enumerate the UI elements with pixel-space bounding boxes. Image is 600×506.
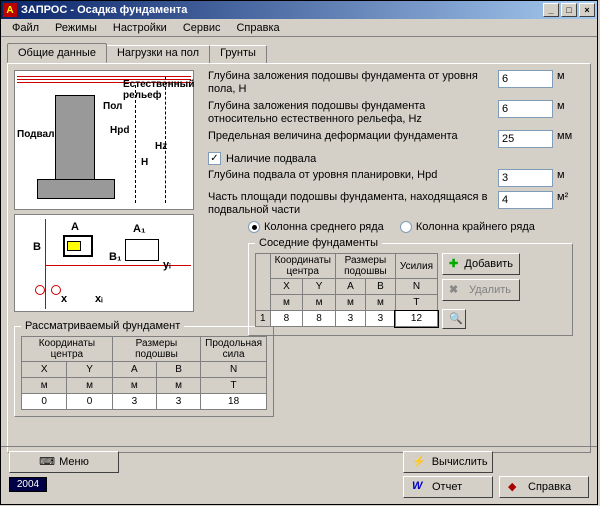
own-h-force: Продольная сила: [201, 337, 267, 362]
label-yi: yᵢ: [163, 259, 171, 271]
neigh-X[interactable]: 8: [270, 311, 303, 327]
label-deform: Предельная величина деформации фундамент…: [208, 130, 498, 143]
label-B: B: [33, 241, 41, 253]
app-icon: А: [3, 3, 17, 17]
book-icon: ◆: [508, 480, 522, 494]
label-hpd: Hpd: [110, 125, 129, 136]
help-button[interactable]: ◆ Справка: [499, 476, 589, 498]
menu-file[interactable]: Файл: [5, 21, 46, 35]
input-H[interactable]: [498, 70, 553, 88]
label-H: Глубина заложения подошвы фундамента от …: [208, 70, 498, 96]
tabstrip: Общие данные Нагрузки на пол Грунты: [7, 43, 591, 63]
label-B1: B₁: [109, 251, 122, 263]
neigh-A[interactable]: 3: [335, 311, 365, 327]
tab-soils[interactable]: Грунты: [209, 45, 267, 65]
client-area: Общие данные Нагрузки на пол Грунты Есте…: [1, 37, 597, 504]
footing-shape: [37, 179, 115, 199]
own-X[interactable]: 0: [22, 394, 67, 410]
own-B[interactable]: 3: [156, 394, 200, 410]
own-column-rect: [67, 241, 81, 251]
own-foundation-legend: Рассматриваемый фундамент: [21, 320, 184, 332]
unit-H: м: [553, 70, 573, 82]
label-Hz: Глубина заложения подошвы фундамента отн…: [208, 100, 498, 126]
label-A: A: [71, 221, 79, 233]
magnifier-icon: 🔍: [449, 312, 463, 326]
neigh-N[interactable]: 12: [395, 311, 437, 327]
label-x: x: [61, 293, 67, 305]
label-area: Часть площади подошвы фундамента, находя…: [208, 191, 498, 217]
unit-area: м²: [553, 191, 573, 203]
preview-button[interactable]: 🔍: [442, 309, 466, 329]
foundation-plan-diagram: A A₁ B B₁ x xᵢ yᵢ: [14, 214, 194, 312]
own-N[interactable]: 18: [201, 394, 267, 410]
app-window: А ЗАПРОС - Осадка фундамента _ □ × Файл …: [0, 0, 598, 505]
year-badge: 2004: [9, 477, 47, 492]
label-A1: A₁: [133, 223, 146, 235]
close-button[interactable]: ×: [579, 3, 595, 17]
unit-deform: мм: [553, 130, 573, 142]
neighbors-group: Соседние фундаменты Координаты центра Ра…: [248, 237, 573, 336]
neigh-Y[interactable]: 8: [303, 311, 336, 327]
label-xi: xᵢ: [95, 293, 103, 305]
radio-edge-col[interactable]: Колонна крайнего ряда: [400, 221, 535, 233]
w-icon: W: [412, 480, 426, 494]
input-area[interactable]: [498, 191, 553, 209]
neighbors-legend: Соседние фундаменты: [255, 237, 382, 249]
diagrams-column: Естественный рельеф Пол Подвал Hpd Hz H: [14, 70, 204, 417]
tabpage-general: Естественный рельеф Пол Подвал Hpd Hz H: [7, 63, 591, 453]
neigh-rownum: 1: [256, 311, 271, 327]
label-Hpd: Глубина подвала от уровня планировки, Hp…: [208, 169, 498, 182]
cross-icon: ✖: [449, 283, 463, 297]
label-basement-chk: Наличие подвала: [226, 153, 316, 165]
own-h-size: Размеры подошвы: [112, 337, 200, 362]
maximize-button[interactable]: □: [561, 3, 577, 17]
tab-general[interactable]: Общие данные: [7, 43, 107, 63]
bolt-icon: ⚡: [412, 455, 426, 469]
calculate-button[interactable]: ⚡ Вычислить: [403, 451, 493, 473]
checkbox-basement[interactable]: ✓: [208, 152, 221, 165]
menubar: Файл Режимы Настройки Сервис Справка: [1, 19, 597, 37]
input-Hz[interactable]: [498, 100, 553, 118]
label-h: H: [141, 157, 148, 168]
menu-button[interactable]: ⌨ Меню: [9, 451, 119, 473]
minimize-button[interactable]: _: [543, 3, 559, 17]
own-h-coord: Координаты центра: [22, 337, 113, 362]
add-neighbor-button[interactable]: ✚ Добавить: [442, 253, 520, 275]
menu-service[interactable]: Сервис: [176, 21, 228, 35]
label-relief: Естественный рельеф: [123, 79, 194, 101]
delete-neighbor-button[interactable]: ✖ Удалить: [442, 279, 520, 301]
neighbors-table: Координаты центра Размеры подошвы Усилия…: [255, 253, 438, 327]
window-title: ЗАПРОС - Осадка фундамента: [21, 4, 187, 16]
own-A[interactable]: 3: [112, 394, 156, 410]
input-Hpd[interactable]: [498, 169, 553, 187]
right-column: Глубина заложения подошвы фундамента от …: [208, 70, 573, 336]
own-foundation-table: Координаты центра Размеры подошвы Продол…: [21, 336, 267, 410]
label-basement: Подвал: [17, 129, 54, 140]
menu-settings[interactable]: Настройки: [106, 21, 174, 35]
report-button[interactable]: W Отчет: [403, 476, 493, 498]
menu-modes[interactable]: Режимы: [48, 21, 104, 35]
unit-Hz: м: [553, 100, 573, 112]
keyboard-icon: ⌨: [39, 455, 53, 469]
label-floor: Пол: [103, 101, 122, 112]
neighbor-foundation-rect: [125, 239, 159, 261]
foundation-section-diagram: Естественный рельеф Пол Подвал Hpd Hz H: [14, 70, 194, 210]
tab-loads[interactable]: Нагрузки на пол: [106, 45, 210, 65]
own-Y[interactable]: 0: [67, 394, 112, 410]
menu-help[interactable]: Справка: [229, 21, 286, 35]
radio-middle-col[interactable]: Колонна среднего ряда: [248, 221, 384, 233]
input-deform[interactable]: [498, 130, 553, 148]
titlebar: А ЗАПРОС - Осадка фундамента _ □ ×: [1, 1, 597, 19]
plus-icon: ✚: [449, 257, 458, 271]
unit-Hpd: м: [553, 169, 573, 181]
bottom-bar: ⌨ Меню 2004 ⚡ Вычислить W Отчет ◆: [1, 446, 597, 504]
column-shape: [55, 95, 95, 185]
neigh-B[interactable]: 3: [365, 311, 395, 327]
